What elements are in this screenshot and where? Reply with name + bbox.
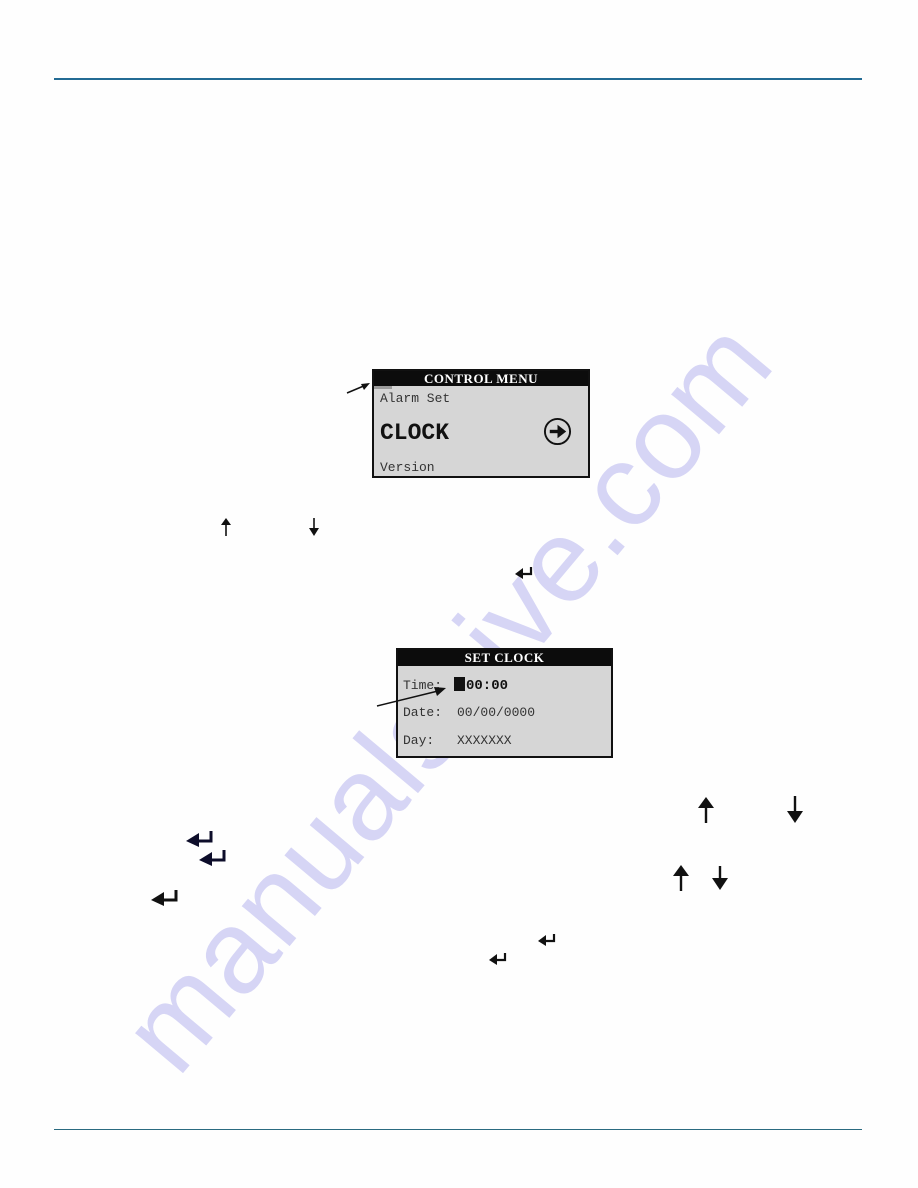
up-arrow-icon <box>673 865 689 891</box>
enter-arrow-icon <box>151 890 178 906</box>
down-arrow-icon <box>712 866 728 890</box>
down-arrow-icon <box>787 796 803 823</box>
date-value: 00/00/0000 <box>457 705 536 720</box>
up-arrow-icon <box>221 518 231 536</box>
enter-arrow-icon <box>538 934 556 946</box>
day-value: XXXXXXX <box>457 733 512 748</box>
up-arrow-icon <box>698 797 714 823</box>
menu-cursor <box>374 386 392 389</box>
control-menu-screen: CONTROL MENU Alarm Set CLOCK Version <box>372 369 590 478</box>
header-rule <box>54 78 862 80</box>
day-label: Day: <box>403 733 435 748</box>
enter-arrow-icon <box>515 567 533 579</box>
day-field: Day: XXXXXXX <box>403 733 512 748</box>
menu-item-alarm-set: Alarm Set <box>380 391 451 406</box>
pointer-arrow-icon <box>376 687 446 707</box>
enter-arrow-icon <box>489 953 507 965</box>
enter-arrow-icon <box>186 831 213 847</box>
menu-item-version: Version <box>380 460 435 475</box>
menu-item-clock: CLOCK <box>380 420 450 446</box>
pointer-arrow-icon <box>346 383 370 394</box>
circled-right-arrow-icon <box>543 417 572 446</box>
time-value: 00:00 <box>466 678 509 694</box>
down-arrow-icon <box>309 518 319 536</box>
footer-rule <box>54 1129 862 1130</box>
enter-arrow-icon <box>199 850 226 866</box>
control-menu-title: CONTROL MENU <box>374 371 588 386</box>
edit-cursor <box>454 677 465 691</box>
set-clock-title: SET CLOCK <box>398 650 611 666</box>
